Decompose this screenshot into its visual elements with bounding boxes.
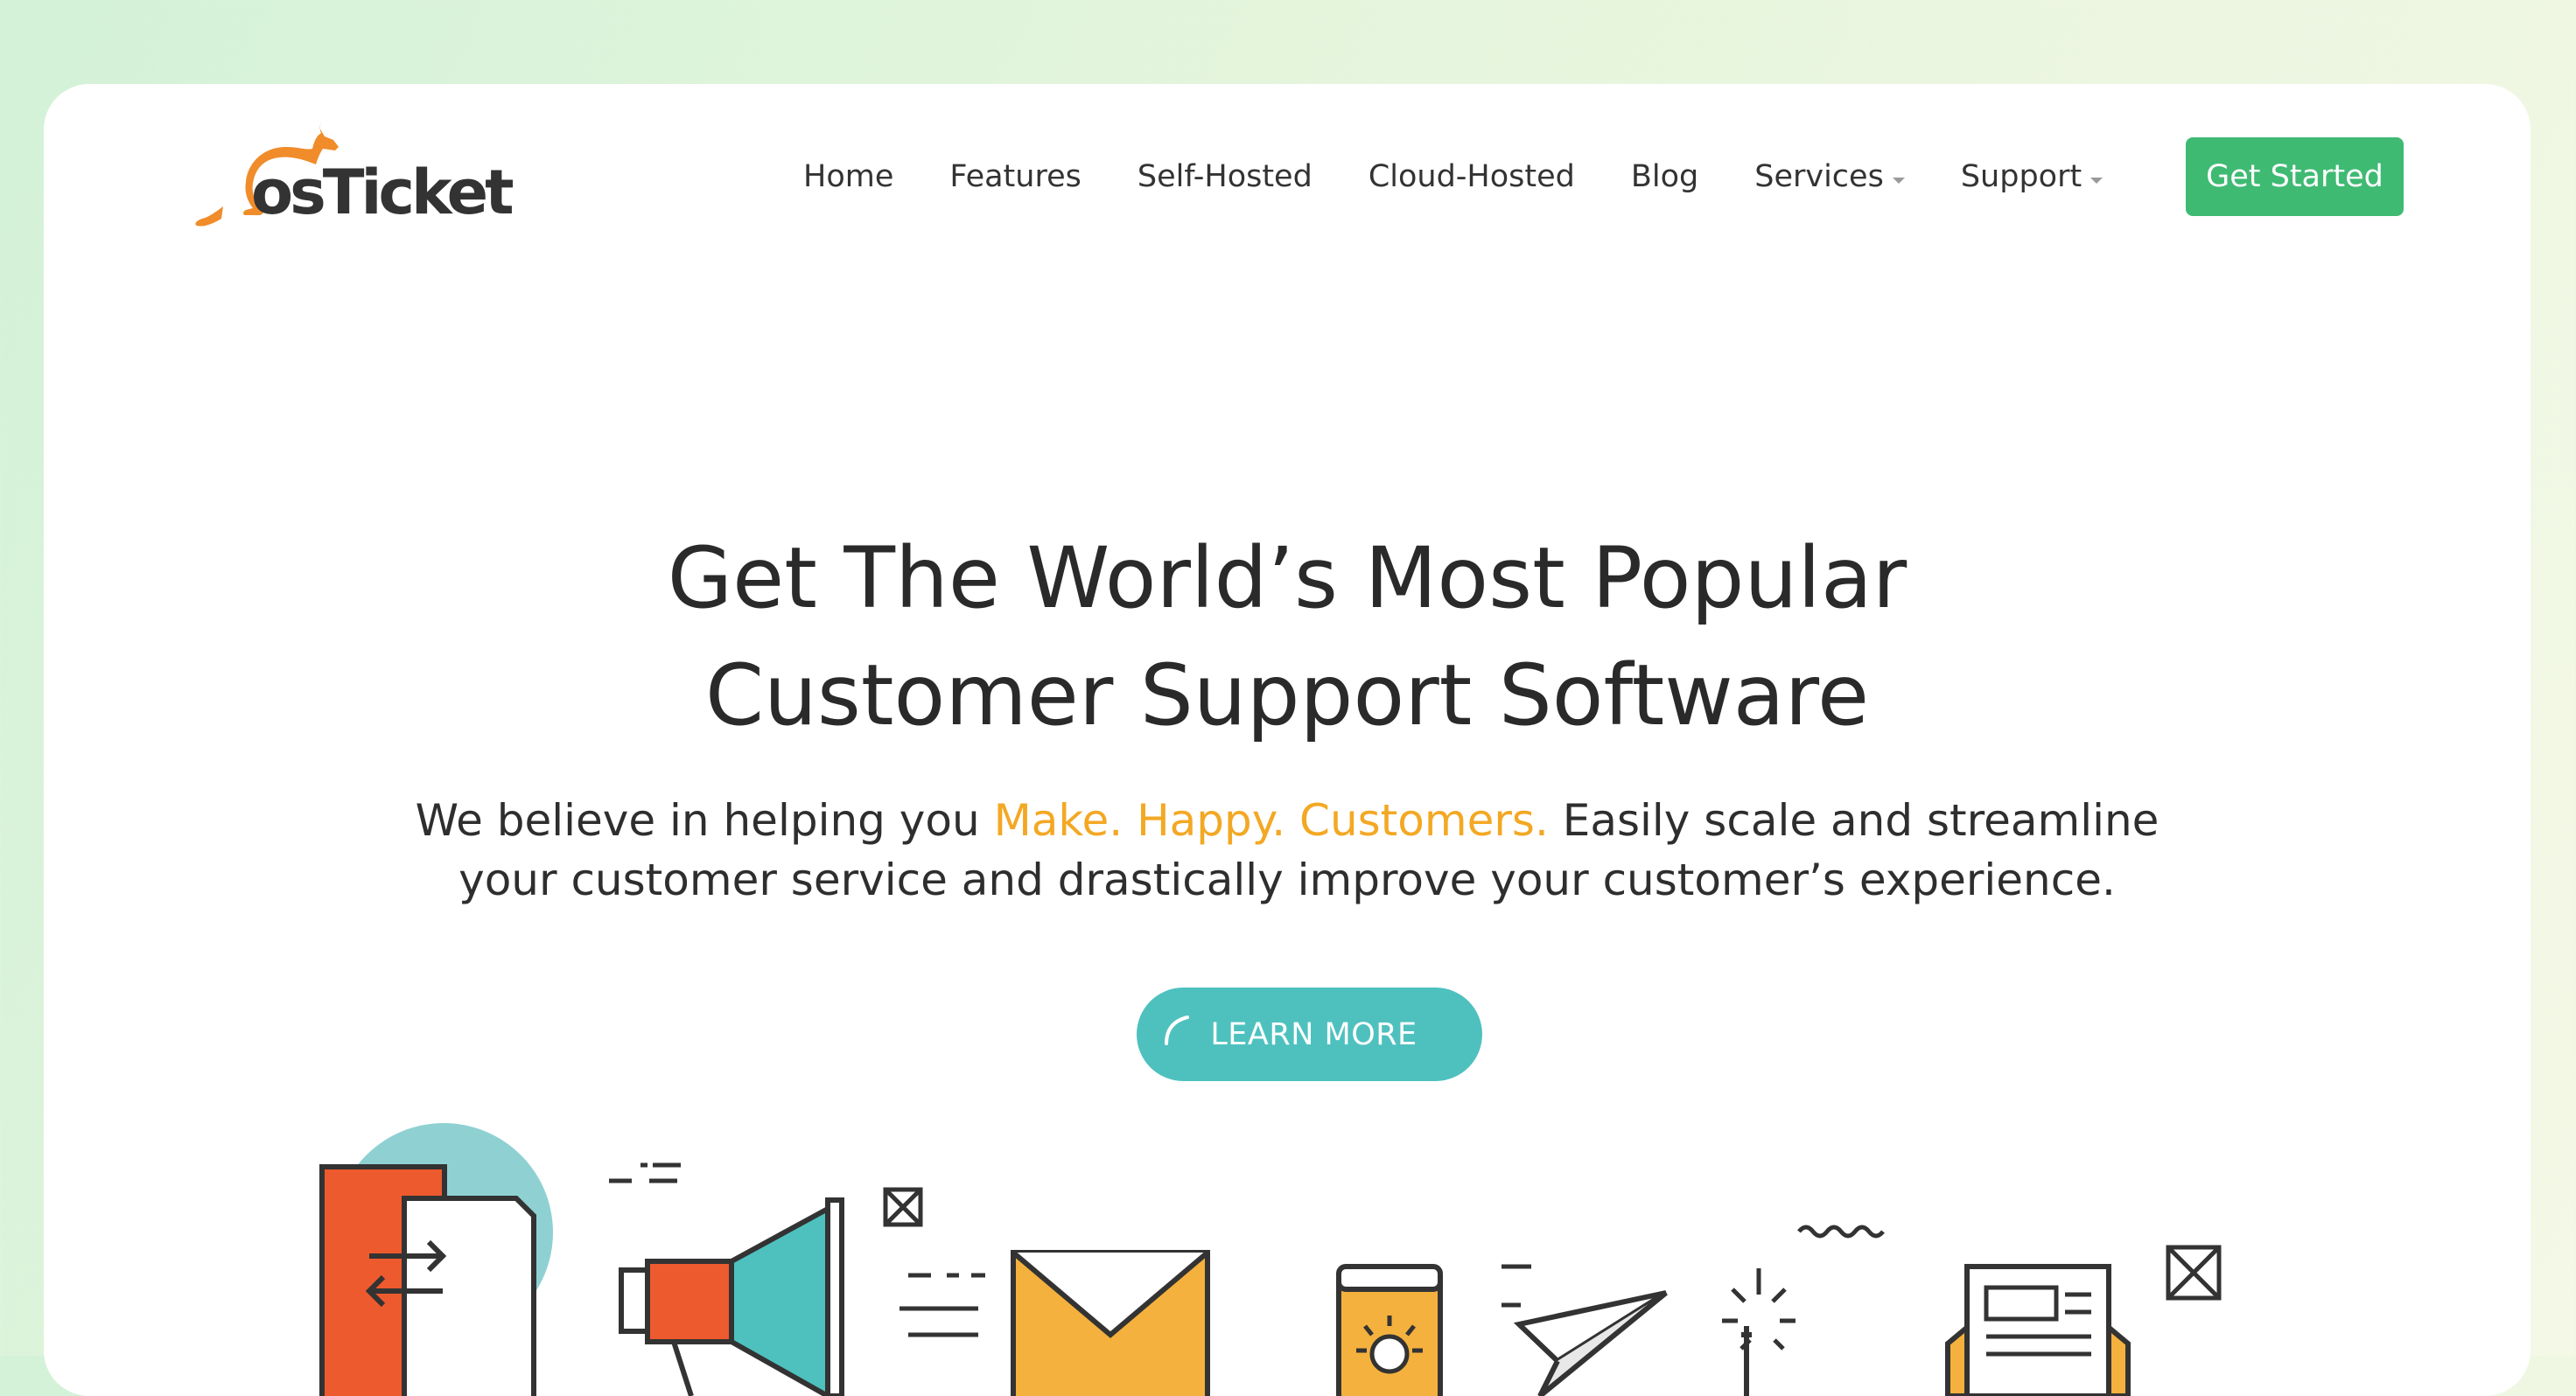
envelope-icon: [900, 1250, 1210, 1396]
smartphone-icon: [1336, 1264, 1443, 1396]
document-transfer-icon: [319, 1123, 553, 1396]
squiggle-icon: [1797, 1225, 1885, 1239]
hero-illustration: [319, 1123, 2222, 1396]
sparkle-icon: [1722, 1268, 1796, 1396]
page-card: osTicket Home Features Self-Hosted Cloud…: [44, 84, 2530, 1396]
newspaper-icon: [1945, 1264, 2131, 1396]
close-box-icon: [883, 1187, 923, 1227]
paper-plane-icon: [1502, 1264, 1668, 1396]
megaphone-icon: [609, 1162, 844, 1396]
close-box-icon: [2166, 1245, 2222, 1301]
